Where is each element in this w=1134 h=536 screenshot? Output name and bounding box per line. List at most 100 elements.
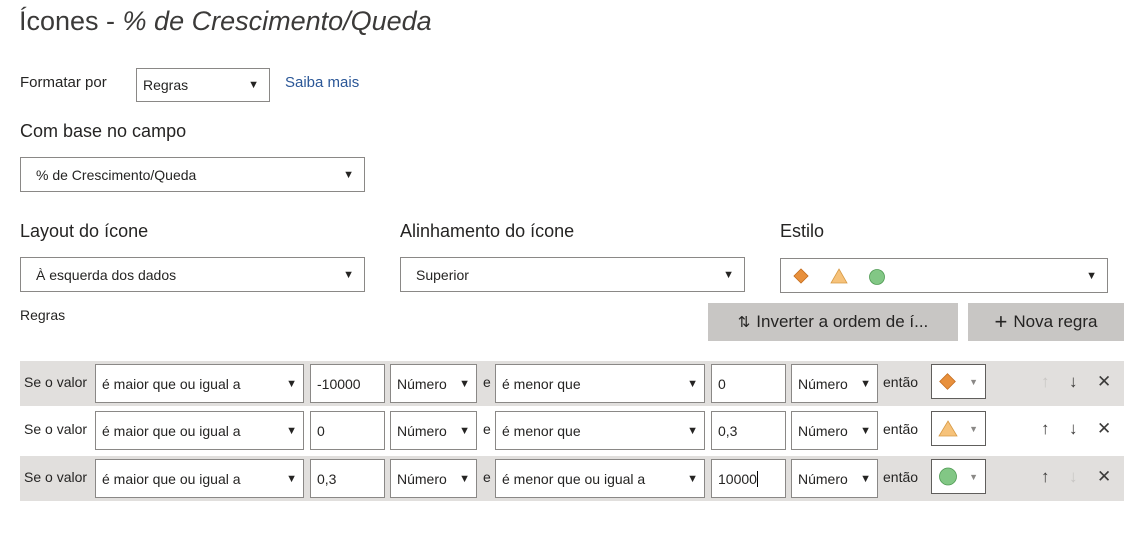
circle-icon <box>869 269 885 285</box>
format-by-label: Formatar por <box>20 74 107 91</box>
move-down-icon[interactable]: ↓ <box>1069 372 1078 392</box>
value-1-text: -10000 <box>317 375 361 392</box>
dropdown-arrow-icon: ▼ <box>248 79 259 91</box>
dropdown-arrow-icon: ▼ <box>723 268 734 281</box>
icon-alignment-value: Superior <box>416 266 469 283</box>
style-icon-set <box>793 268 885 285</box>
icon-picker[interactable]: ▼ <box>931 411 986 446</box>
icon-alignment-dropdown[interactable]: Superior ▼ <box>400 257 745 292</box>
dropdown-arrow-icon: ▼ <box>687 377 698 390</box>
chevron-down-icon: ▼ <box>969 377 978 387</box>
diamond-icon <box>793 268 809 284</box>
page-title: Ícones - % de Crescimento/Queda <box>19 6 432 37</box>
invert-order-label: Inverter a ordem de í... <box>756 312 929 331</box>
chevron-down-icon: ▼ <box>969 424 978 434</box>
value-1-text: 0 <box>317 422 325 439</box>
rule-prefix: Se o valor <box>24 469 88 485</box>
and-label: e <box>483 469 491 485</box>
move-up-icon[interactable]: ↑ <box>1041 467 1050 487</box>
rule-prefix: Se o valor <box>24 374 88 390</box>
dropdown-arrow-icon: ▼ <box>860 472 871 485</box>
delete-rule-icon[interactable]: ✕ <box>1097 419 1111 439</box>
icon-layout-dropdown[interactable]: À esquerda dos dados ▼ <box>20 257 365 292</box>
operator-1-value: é maior que ou igual a <box>102 422 241 439</box>
format-by-dropdown[interactable]: Regras ▼ <box>136 68 270 102</box>
operator-2-dropdown[interactable]: é menor que ▼ <box>495 411 705 450</box>
icon-layout-value: À esquerda dos dados <box>36 266 177 283</box>
chevron-down-icon: ▼ <box>969 472 978 482</box>
value-1-input[interactable]: -10000 <box>310 364 385 403</box>
and-label: e <box>483 374 491 390</box>
type-1-dropdown[interactable]: Número ▼ <box>390 459 477 498</box>
dropdown-arrow-icon: ▼ <box>459 424 470 437</box>
value-1-input[interactable]: 0,3 <box>310 459 385 498</box>
dropdown-arrow-icon: ▼ <box>286 424 297 437</box>
rule-prefix: Se o valor <box>24 421 88 437</box>
title-field-name: % de Crescimento/Queda <box>122 6 432 36</box>
rule-row-3: Se o valor é maior que ou igual a ▼ 0,3 … <box>20 456 1124 501</box>
swap-vertical-icon: ⇅ <box>737 314 751 331</box>
diamond-icon <box>939 373 956 390</box>
icon-picker[interactable]: ▼ <box>931 364 986 399</box>
based-on-field-dropdown[interactable]: % de Crescimento/Queda ▼ <box>20 157 365 192</box>
operator-2-value: é menor que <box>502 375 581 392</box>
value-2-text: 0 <box>718 375 726 392</box>
operator-1-dropdown[interactable]: é maior que ou igual a ▼ <box>95 364 304 403</box>
type-1-dropdown[interactable]: Número ▼ <box>390 364 477 403</box>
then-label: então <box>883 374 919 390</box>
value-1-input[interactable]: 0 <box>310 411 385 450</box>
dropdown-arrow-icon: ▼ <box>860 377 871 390</box>
dropdown-arrow-icon: ▼ <box>1086 269 1097 282</box>
move-up-icon[interactable]: ↑ <box>1041 419 1050 439</box>
rule-row-1: Se o valor é maior que ou igual a ▼ -100… <box>20 361 1124 406</box>
rules-label: Regras <box>20 307 66 323</box>
delete-rule-icon[interactable]: ✕ <box>1097 467 1111 487</box>
based-on-field-value: % de Crescimento/Queda <box>36 166 197 183</box>
operator-1-value: é maior que ou igual a <box>102 470 241 487</box>
dropdown-arrow-icon: ▼ <box>687 424 698 437</box>
circle-icon <box>939 467 957 486</box>
then-label: então <box>883 469 919 485</box>
new-rule-button[interactable]: + Nova regra <box>968 303 1124 341</box>
dropdown-arrow-icon: ▼ <box>687 472 698 485</box>
plus-icon: + <box>994 309 1008 334</box>
dropdown-arrow-icon: ▼ <box>860 424 871 437</box>
dropdown-arrow-icon: ▼ <box>343 168 354 181</box>
operator-1-dropdown[interactable]: é maior que ou igual a ▼ <box>95 411 304 450</box>
dropdown-arrow-icon: ▼ <box>286 472 297 485</box>
move-down-icon[interactable]: ↓ <box>1069 419 1078 439</box>
icon-picker[interactable]: ▼ <box>931 459 986 494</box>
dropdown-arrow-icon: ▼ <box>459 377 470 390</box>
type-1-value: Número <box>397 422 447 439</box>
operator-1-value: é maior que ou igual a <box>102 375 241 392</box>
operator-2-dropdown[interactable]: é menor que ou igual a ▼ <box>495 459 705 498</box>
style-dropdown[interactable]: ▼ <box>780 258 1108 293</box>
then-label: então <box>883 421 919 437</box>
dropdown-arrow-icon: ▼ <box>286 377 297 390</box>
operator-2-value: é menor que ou igual a <box>502 470 646 487</box>
type-2-value: Número <box>798 375 848 392</box>
type-1-dropdown[interactable]: Número ▼ <box>390 411 477 450</box>
operator-2-dropdown[interactable]: é menor que ▼ <box>495 364 705 403</box>
title-prefix: Ícones - <box>19 6 123 36</box>
delete-rule-icon[interactable]: ✕ <box>1097 372 1111 392</box>
type-2-dropdown[interactable]: Número ▼ <box>791 364 878 403</box>
rule-row-2: Se o valor é maior que ou igual a ▼ 0 Nú… <box>20 408 1124 453</box>
value-2-input[interactable]: 0 <box>711 364 786 403</box>
type-2-dropdown[interactable]: Número ▼ <box>791 459 878 498</box>
learn-more-link[interactable]: Saiba mais <box>285 74 359 91</box>
triangle-icon <box>938 420 958 437</box>
icon-layout-label: Layout do ícone <box>20 221 149 241</box>
triangle-icon <box>830 268 848 284</box>
style-label: Estilo <box>780 221 825 241</box>
dropdown-arrow-icon: ▼ <box>343 268 354 281</box>
based-on-field-label: Com base no campo <box>20 121 187 141</box>
type-1-value: Número <box>397 470 447 487</box>
value-2-input[interactable]: 0,3 <box>711 411 786 450</box>
value-2-input[interactable]: 10000 <box>711 459 786 498</box>
operator-1-dropdown[interactable]: é maior que ou igual a ▼ <box>95 459 304 498</box>
value-2-text: 0,3 <box>718 422 738 439</box>
invert-order-button[interactable]: ⇅ Inverter a ordem de í... <box>708 303 958 341</box>
type-2-dropdown[interactable]: Número ▼ <box>791 411 878 450</box>
value-2-text: 10000 <box>718 470 758 487</box>
